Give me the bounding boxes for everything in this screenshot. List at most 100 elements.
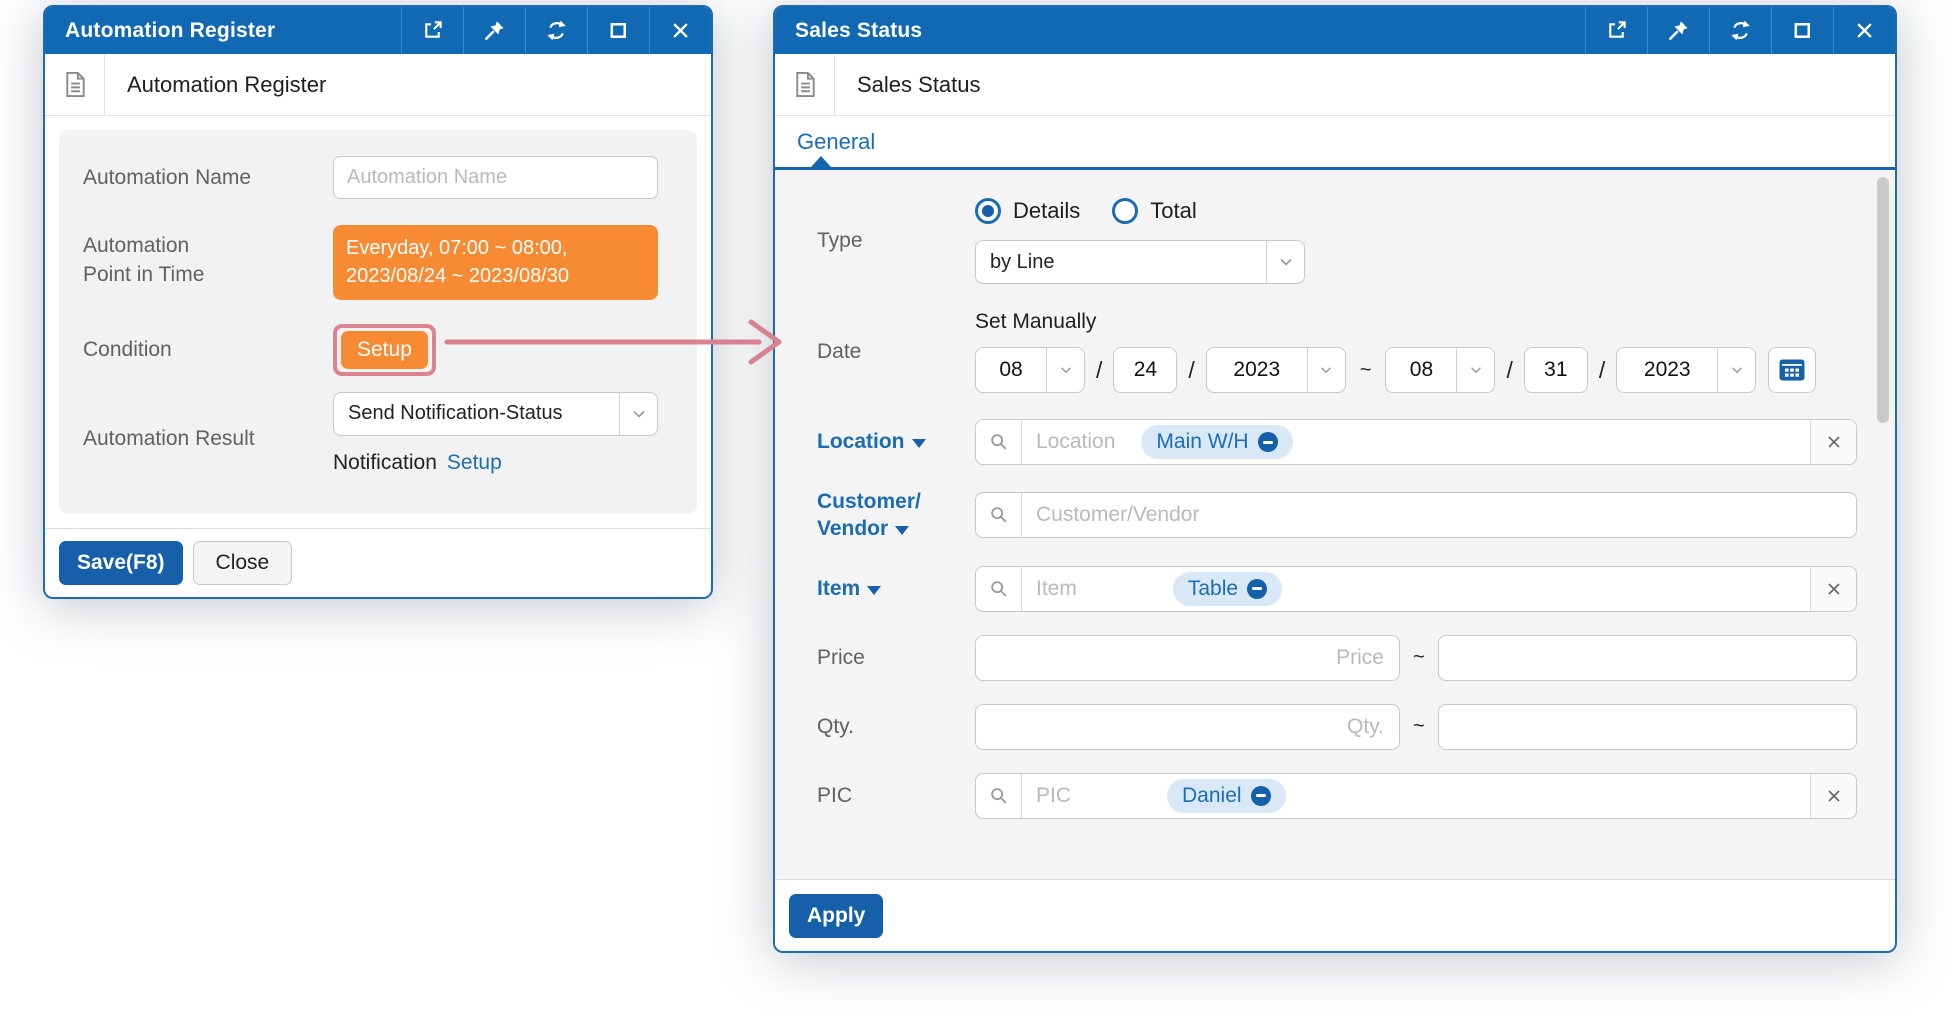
customer-vendor-label[interactable]: Customer/ Vendor <box>817 488 975 543</box>
automation-register-toolbar: Automation Register <box>45 54 711 116</box>
automation-result-select[interactable]: Send Notification-Status <box>333 392 658 436</box>
apply-button[interactable]: Apply <box>789 894 883 938</box>
window-title: Sales Status <box>775 19 1585 43</box>
chevron-down-icon <box>1046 348 1084 392</box>
type-by-line-select[interactable]: by Line <box>975 240 1305 284</box>
notification-line: NotificationSetup <box>333 451 658 475</box>
qty-label: Qty. <box>817 713 975 740</box>
to-month-select[interactable]: 08 <box>1385 347 1495 393</box>
from-year-select[interactable]: 2023 <box>1206 347 1346 393</box>
date-mode-text: Set Manually <box>975 310 1816 334</box>
document-icon <box>45 54 105 115</box>
remove-chip-icon[interactable] <box>1247 579 1267 599</box>
automation-register-window: Automation Register <box>43 5 713 599</box>
sales-status-filter-panel: Type Details Total by Line <box>775 170 1895 879</box>
date-range-separator: ~ <box>1360 359 1372 382</box>
remove-chip-icon[interactable] <box>1258 432 1278 452</box>
search-icon <box>976 493 1022 537</box>
radio-details[interactable] <box>975 198 1001 224</box>
triangle-down-icon <box>895 526 909 535</box>
price-to-input[interactable] <box>1438 635 1857 681</box>
maximize-button[interactable] <box>587 7 649 54</box>
item-search-input[interactable]: Item Table <box>1022 567 1810 611</box>
date-slash: / <box>1188 357 1194 384</box>
refresh-icon <box>545 19 568 42</box>
external-link-icon <box>1605 19 1628 42</box>
close-icon <box>1853 19 1876 42</box>
save-button[interactable]: Save(F8) <box>59 541 183 585</box>
customer-vendor-search-input[interactable]: Customer/Vendor <box>1022 493 1856 537</box>
maximize-icon <box>1791 19 1814 42</box>
desktop-background: Automation Register <box>0 0 1948 1013</box>
customer-vendor-search-group: Customer/Vendor <box>975 492 1857 538</box>
maximize-button[interactable] <box>1771 7 1833 54</box>
item-label[interactable]: Item <box>817 575 975 602</box>
pic-chip[interactable]: Daniel <box>1167 779 1286 813</box>
search-icon <box>976 420 1022 464</box>
automation-name-input[interactable] <box>333 156 658 199</box>
clear-x-icon <box>1824 579 1844 599</box>
active-tab-indicator <box>811 156 831 167</box>
chevron-down-icon <box>1307 348 1345 392</box>
pic-clear-button[interactable] <box>1810 774 1856 818</box>
pic-search-input[interactable]: PIC Daniel <box>1022 774 1810 818</box>
location-clear-button[interactable] <box>1810 420 1856 464</box>
chevron-down-icon <box>1456 348 1494 392</box>
search-icon <box>976 567 1022 611</box>
price-from-input[interactable] <box>975 635 1400 681</box>
close-button[interactable] <box>649 7 711 54</box>
tab-general[interactable]: General <box>797 129 875 155</box>
chevron-down-icon <box>619 393 657 435</box>
titlebar-buttons <box>1585 7 1895 54</box>
automation-result-label: Automation Result <box>83 392 333 453</box>
remove-chip-icon[interactable] <box>1251 786 1271 806</box>
sales-status-window: Sales Status <box>773 5 1897 953</box>
from-day-input[interactable] <box>1113 347 1177 393</box>
calendar-button[interactable] <box>1768 347 1816 393</box>
vertical-scrollbar[interactable] <box>1877 177 1889 423</box>
maximize-icon <box>607 19 630 42</box>
refresh-button[interactable] <box>525 7 587 54</box>
refresh-button[interactable] <box>1709 7 1771 54</box>
window-title: Automation Register <box>45 19 401 43</box>
date-slash: / <box>1506 357 1512 384</box>
tab-bar: General <box>775 116 1895 170</box>
to-year-select[interactable]: 2023 <box>1616 347 1756 393</box>
clear-x-icon <box>1824 432 1844 452</box>
pin-button[interactable] <box>463 7 525 54</box>
pin-button[interactable] <box>1647 7 1709 54</box>
to-day-input[interactable] <box>1524 347 1588 393</box>
close-icon <box>669 19 692 42</box>
qty-range-separator: ~ <box>1413 715 1425 738</box>
radio-total[interactable] <box>1112 198 1138 224</box>
item-clear-button[interactable] <box>1810 567 1856 611</box>
notification-setup-link[interactable]: Setup <box>447 451 502 474</box>
date-slash: / <box>1599 357 1605 384</box>
page-title: Automation Register <box>105 72 326 98</box>
condition-label: Condition <box>83 335 333 364</box>
automation-name-label: Automation Name <box>83 163 333 192</box>
titlebar-buttons <box>401 7 711 54</box>
search-icon <box>976 774 1022 818</box>
date-label: Date <box>817 338 975 365</box>
popout-button[interactable] <box>401 7 463 54</box>
pic-label: PIC <box>817 782 975 809</box>
date-slash: / <box>1096 357 1102 384</box>
from-month-select[interactable]: 08 <box>975 347 1085 393</box>
close-button[interactable] <box>1833 7 1895 54</box>
qty-from-input[interactable] <box>975 704 1400 750</box>
point-in-time-value[interactable]: Everyday, 07:00 ~ 08:00, 2023/08/24 ~ 20… <box>333 225 658 300</box>
close-dialog-button[interactable]: Close <box>193 541 293 585</box>
automation-register-titlebar: Automation Register <box>45 7 711 54</box>
external-link-icon <box>421 19 444 42</box>
location-search-input[interactable]: Location Main W/H <box>1022 420 1810 464</box>
location-label[interactable]: Location <box>817 428 975 455</box>
condition-setup-button[interactable]: Setup <box>341 331 428 369</box>
popout-button[interactable] <box>1585 7 1647 54</box>
sales-status-toolbar: Sales Status <box>775 54 1895 116</box>
pin-icon <box>1667 19 1690 42</box>
qty-to-input[interactable] <box>1438 704 1857 750</box>
item-chip[interactable]: Table <box>1173 572 1282 606</box>
location-chip[interactable]: Main W/H <box>1141 425 1292 459</box>
price-label: Price <box>817 644 975 671</box>
